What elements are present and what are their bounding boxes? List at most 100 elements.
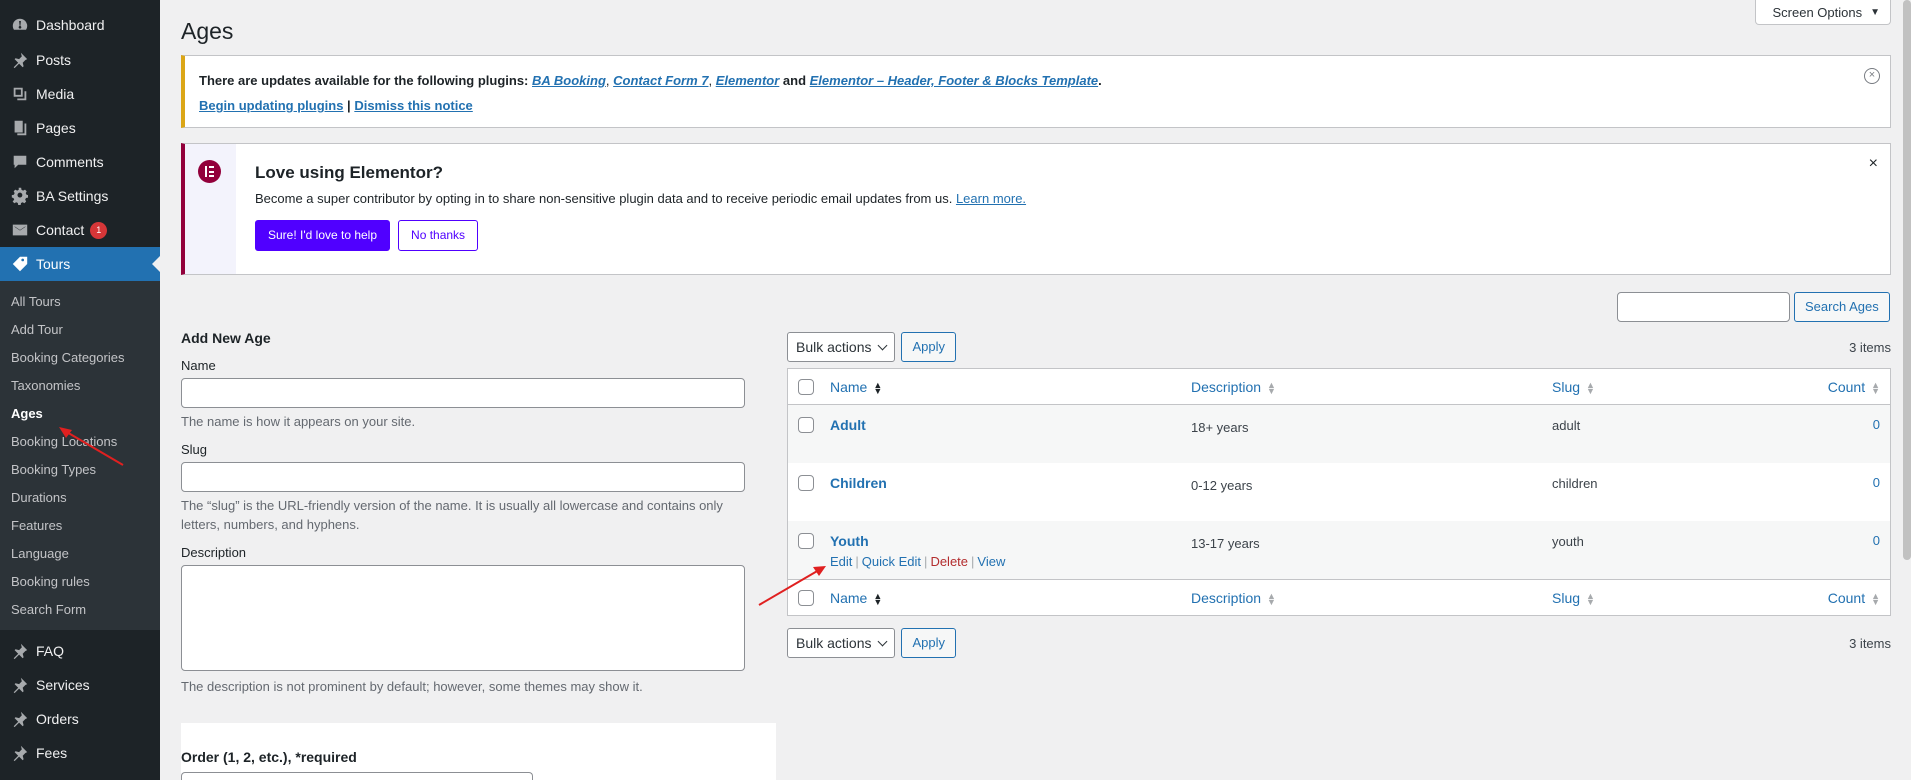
select-all-checkbox[interactable]: [798, 589, 814, 606]
optin-no-button[interactable]: No thanks: [398, 220, 479, 251]
menu-orders[interactable]: Orders: [0, 702, 160, 736]
caret-down-icon: ▼: [1870, 6, 1880, 18]
comments-icon: [10, 152, 30, 172]
submenu-durations[interactable]: Durations: [0, 484, 160, 512]
plugin-link-elementor-hfb[interactable]: Elementor – Header, Footer & Blocks Temp…: [810, 73, 1099, 88]
delete-link[interactable]: Delete: [930, 554, 968, 569]
apply-button[interactable]: Apply: [901, 332, 957, 362]
menu-services[interactable]: Services: [0, 668, 160, 702]
name-label: Name: [181, 358, 216, 373]
column-header-description[interactable]: Description: [1191, 379, 1261, 395]
apply-button[interactable]: Apply: [901, 628, 957, 658]
submenu-search-form[interactable]: Search Form: [0, 596, 160, 624]
quick-edit-link[interactable]: Quick Edit: [862, 554, 921, 569]
plugin-link-contact-form-7[interactable]: Contact Form 7: [613, 73, 708, 88]
row-title-link[interactable]: Children: [830, 475, 887, 491]
optin-yes-button[interactable]: Sure! I'd love to help: [255, 220, 391, 251]
row-title-link[interactable]: Adult: [830, 417, 866, 433]
row-slug: adult: [1552, 418, 1581, 433]
column-footer-name[interactable]: Name: [830, 590, 867, 606]
column-header-slug[interactable]: Slug: [1552, 379, 1580, 395]
media-icon: [10, 84, 30, 104]
close-icon[interactable]: ×: [1864, 68, 1880, 84]
menu-ba-settings[interactable]: BA Settings: [0, 179, 160, 213]
menu-label: Services: [36, 677, 90, 693]
submenu-features[interactable]: Features: [0, 512, 160, 540]
column-footer-description[interactable]: Description: [1191, 590, 1261, 606]
order-field[interactable]: [181, 772, 533, 780]
submenu-booking-rules[interactable]: Booking rules: [0, 568, 160, 596]
edit-link[interactable]: Edit: [830, 554, 852, 569]
row-title-link[interactable]: Youth: [830, 533, 869, 549]
active-menu-pointer: [152, 256, 160, 272]
tours-submenu: All Tours Add Tour Booking Categories Ta…: [0, 281, 160, 630]
submenu-all-tours[interactable]: All Tours: [0, 288, 160, 316]
submenu-ages[interactable]: Ages: [0, 400, 160, 428]
menu-tours[interactable]: Tours: [0, 247, 160, 281]
menu-label: Pages: [36, 120, 76, 136]
scrollbar[interactable]: [1903, 0, 1911, 560]
elementor-optin-notice: Love using Elementor? Become a super con…: [181, 143, 1891, 275]
description-field[interactable]: [181, 565, 745, 671]
name-field[interactable]: [181, 378, 745, 408]
pin-icon: [10, 641, 30, 661]
menu-media[interactable]: Media: [0, 77, 160, 111]
pin-icon: [10, 50, 30, 70]
elementor-notice-content: Love using Elementor? Become a super con…: [255, 163, 1026, 251]
begin-updating-link[interactable]: Begin updating plugins: [199, 98, 343, 113]
row-checkbox[interactable]: [798, 417, 814, 433]
tag-icon: [10, 254, 30, 274]
screen-options-label: Screen Options: [1772, 4, 1863, 20]
close-icon[interactable]: ×: [1869, 155, 1878, 173]
bulk-actions-select[interactable]: Bulk actions: [787, 628, 896, 658]
row-description: 0-12 years: [1191, 478, 1253, 493]
menu-posts[interactable]: Posts: [0, 43, 160, 77]
plugin-link-ba-booking[interactable]: BA Booking: [532, 73, 606, 88]
row-checkbox[interactable]: [798, 533, 814, 549]
table-row: Youth Edit | Quick Edit | Delete | View 13-17 …: [788, 521, 1890, 579]
submenu-taxonomies[interactable]: Taxonomies: [0, 372, 160, 400]
menu-label: BA Settings: [36, 188, 109, 204]
submenu-booking-categories[interactable]: Booking Categories: [0, 344, 160, 372]
tablenav-bottom: Bulk actions Apply 3 items: [787, 628, 1891, 658]
learn-more-link[interactable]: Learn more.: [956, 191, 1026, 206]
submenu-booking-types[interactable]: Booking Types: [0, 456, 160, 484]
sort-icon: ▲ ▼: [1267, 380, 1276, 397]
submenu-language[interactable]: Language: [0, 540, 160, 568]
view-link[interactable]: View: [977, 554, 1005, 569]
menu-contact[interactable]: Contact 1: [0, 213, 160, 247]
slug-help: The “slug” is the URL-friendly version o…: [181, 498, 723, 532]
admin-sidebar: Dashboard Posts Media Pages Comments BA …: [0, 0, 160, 780]
row-slug: children: [1552, 476, 1598, 491]
row-checkbox[interactable]: [798, 475, 814, 491]
menu-faq[interactable]: FAQ: [0, 634, 160, 668]
bulk-actions-select[interactable]: Bulk actions: [787, 332, 896, 362]
column-header-count[interactable]: Count: [1828, 379, 1865, 395]
menu-pages[interactable]: Pages: [0, 111, 160, 145]
dismiss-notice-link[interactable]: Dismiss this notice: [354, 98, 472, 113]
slug-field[interactable]: [181, 462, 745, 492]
search-input[interactable]: [1617, 292, 1790, 322]
row-count-link[interactable]: 0: [1873, 417, 1880, 432]
column-header-name[interactable]: Name: [830, 379, 867, 395]
update-notice-actions: Begin updating plugins | Dismiss this no…: [199, 98, 473, 113]
pages-icon: [10, 118, 30, 138]
elementor-logo-icon: [198, 160, 221, 183]
plugin-link-elementor[interactable]: Elementor: [716, 73, 780, 88]
main-content: Ages Screen Options ▼ There are updates …: [160, 0, 1911, 780]
column-footer-slug[interactable]: Slug: [1552, 590, 1580, 606]
table-footer-row: Name ▲ ▼ Description ▲ ▼ Slug ▲ ▼ Count ▲ ▼: [788, 579, 1890, 615]
screen-options-button[interactable]: Screen Options ▼: [1755, 0, 1891, 25]
row-count-link[interactable]: 0: [1873, 475, 1880, 490]
select-all-checkbox[interactable]: [798, 378, 814, 395]
submenu-add-tour[interactable]: Add Tour: [0, 316, 160, 344]
submenu-booking-locations[interactable]: Booking Locations: [0, 428, 160, 456]
menu-comments[interactable]: Comments: [0, 145, 160, 179]
sort-icon: ▲ ▼: [873, 591, 883, 608]
row-count-link[interactable]: 0: [1873, 533, 1880, 548]
form-heading: Add New Age: [181, 330, 271, 346]
menu-fees[interactable]: Fees: [0, 736, 160, 770]
column-footer-count[interactable]: Count: [1828, 590, 1865, 606]
menu-dashboard[interactable]: Dashboard: [0, 8, 160, 42]
search-button[interactable]: Search Ages: [1794, 292, 1890, 322]
